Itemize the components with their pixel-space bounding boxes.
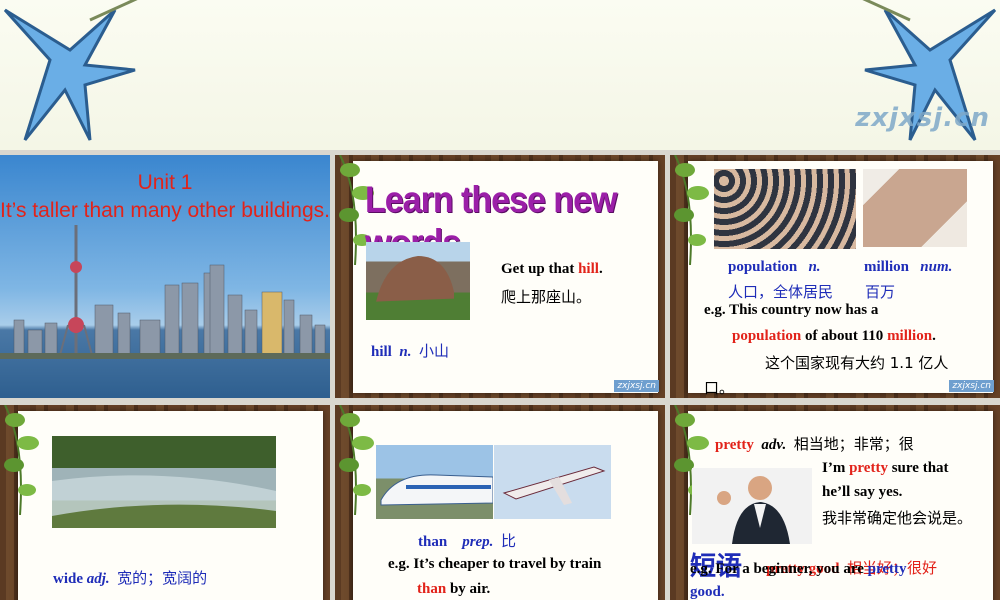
vocab-entry-pretty: pretty adv. 相当地；非常；很: [715, 433, 914, 454]
vocab-meaning: 宽的；宽阔的: [117, 569, 208, 587]
example-sentence-line2: he’ll say yes.: [822, 484, 903, 500]
ivy-leaves-decoration: [674, 155, 709, 265]
slide-than[interactable]: than prep. 比 e.g. It’s cheaper to travel…: [335, 405, 665, 600]
swallow-bird-left-icon: [3, 0, 138, 141]
keyword-million: million: [887, 328, 933, 344]
ivy-leaves-decoration: [4, 405, 39, 515]
vocab-meaning: 小山: [418, 342, 449, 360]
slide-population-million[interactable]: population n. million num. 人口，全体居民 百万 e.…: [670, 155, 1000, 398]
keyword-population: population: [732, 328, 802, 344]
site-watermark: zxjxsj.cn: [855, 103, 990, 133]
keyword-than: than: [417, 581, 447, 597]
phrase-example-line1: e.g. For a beginner, you are pretty: [690, 561, 907, 578]
vocab-entry-hill: hill n. 小山: [371, 340, 449, 361]
example-sentence: Get up that hill.: [501, 261, 603, 278]
sentence-text: I’m: [822, 460, 850, 476]
vocab-pos: num.: [920, 259, 953, 275]
example-end: by air.: [446, 581, 491, 597]
river-photo: [52, 436, 276, 528]
slide-pretty[interactable]: pretty adv. 相当地；非常；很 I’m pretty sure tha…: [670, 405, 1000, 600]
example-mid: of about 110: [801, 328, 888, 344]
vocab-entry-million: million num.: [864, 259, 952, 276]
vocab-word: than: [418, 534, 448, 550]
example-line1: e.g. This country now has a: [704, 302, 879, 318]
vocab-word: hill: [371, 344, 392, 360]
vocab-pos: n.: [399, 344, 412, 360]
vocab-pos: n.: [808, 259, 821, 275]
keyword-pretty: pretty: [867, 561, 907, 577]
vocab-pos: prep.: [462, 534, 494, 550]
slide-logo: zxjxsj.cn: [614, 380, 659, 392]
vocab-pos: adv.: [761, 437, 787, 453]
crowd-photo: [714, 169, 856, 249]
example-translation: 我非常确定他会说是。: [822, 509, 973, 527]
vocab-meaning: 比: [500, 532, 516, 550]
keyword-hill: hill: [578, 261, 599, 277]
vocab-entry-than: than prep. 比: [418, 530, 516, 551]
hill-photo: [366, 242, 470, 320]
money-stack-photo: [863, 169, 967, 247]
vocab-word: pretty: [715, 437, 754, 453]
ok-gesture-man-photo: [692, 468, 812, 544]
unit-label: Unit 1: [137, 171, 193, 194]
train-photo: [376, 445, 493, 519]
sentence-end: sure that: [887, 460, 949, 476]
sentence-end: .: [598, 261, 603, 277]
vocab-word: population: [728, 259, 798, 275]
example-line1: e.g. It’s cheaper to travel by train: [388, 556, 602, 572]
vocab-entry-wide: wide adj. 宽的；宽阔的: [53, 567, 207, 588]
slide-hill[interactable]: Learn these new words. Get up that hill.…: [335, 155, 665, 398]
meaning-million: 百万: [865, 283, 896, 301]
example-line2: population of about 110 million.: [732, 328, 936, 345]
lesson-title: It’s taller than many other buildings.: [0, 199, 330, 222]
slide-unit-title[interactable]: Unit 1 It’s taller than many other build…: [0, 155, 330, 398]
keyword-pretty: pretty: [849, 460, 888, 476]
example-end: .: [932, 328, 936, 344]
slide-title-block: Unit 1 It’s taller than many other build…: [0, 169, 330, 225]
vocab-word: million: [864, 259, 910, 275]
translation-line1: 这个国家现有大约 1.1 亿人: [765, 354, 949, 372]
example-sentence-line1: I’m pretty sure that: [822, 460, 949, 477]
sentence-text: Get up that: [501, 261, 579, 277]
airplane-photo: [494, 445, 611, 519]
translation-line2: 口。: [704, 379, 735, 397]
vocab-pos: adj.: [86, 571, 110, 587]
vocab-entry-population: population n.: [728, 259, 821, 276]
vocab-word: wide: [53, 571, 83, 587]
meaning-population: 人口，全体居民: [728, 283, 834, 301]
example-translation: 爬上那座山。: [501, 288, 592, 306]
example-text: e.g. For a beginner, you are: [690, 561, 868, 577]
slide-wide[interactable]: wide adj. 宽的；宽阔的: [0, 405, 330, 600]
phrase-example-line2: good.: [690, 584, 725, 600]
example-line2: than by air.: [417, 581, 490, 598]
vocab-meaning: 相当地；非常；很: [793, 435, 914, 453]
top-banner: zxjxsj.cn: [0, 0, 1000, 150]
slide-logo: zxjxsj.cn: [949, 380, 994, 392]
